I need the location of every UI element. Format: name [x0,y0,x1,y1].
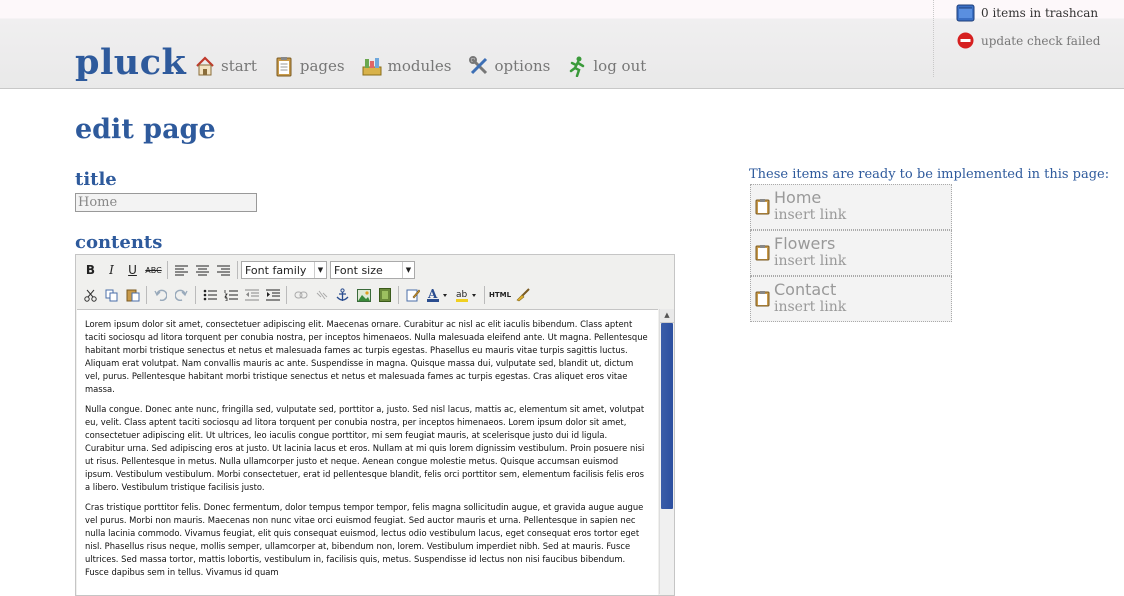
italic-icon[interactable]: I [101,260,122,280]
home-icon [194,55,216,77]
nav-modules-label: modules [387,57,452,75]
font-family-value: Font family [245,263,307,277]
trashcan-status[interactable]: 0 items in trashcan [956,3,1098,22]
editor-content-text: Lorem ipsum dolor sit amet, consectetuer… [77,310,658,579]
align-left-icon[interactable] [171,260,192,280]
nav-options-label: options [494,57,551,75]
nav-start-label: start [221,57,257,75]
main-nav: start pages modules options log out [194,55,662,78]
editor-toolbar-row-2: A ab HTML [80,284,533,306]
title-input[interactable] [75,193,257,212]
tools-icon [468,55,490,77]
undo-icon[interactable] [150,285,171,305]
clipboard-icon [273,55,295,77]
content-paragraph: Cras tristique porttitor felis. Donec fe… [85,502,644,577]
bullet-list-icon[interactable] [199,285,220,305]
numbered-list-icon[interactable] [220,285,241,305]
nav-logout[interactable]: log out [566,55,647,78]
nav-pages[interactable]: pages [273,55,345,77]
rich-text-editor: B I U ABC Font family ▼ Font size ▼ A ab… [75,254,675,596]
sidebar-label: These items are ready to be implemented … [749,167,1110,182]
page-item-name: Flowers [774,234,836,253]
font-family-select[interactable]: Font family ▼ [241,261,327,279]
highlight-color-icon[interactable]: ab [452,285,481,305]
unlink-icon[interactable] [311,285,332,305]
cut-icon[interactable] [80,285,101,305]
nav-start[interactable]: start [194,55,257,77]
toolbar-separator [167,261,168,279]
nav-pages-label: pages [299,57,345,75]
editor-scrollbar[interactable]: ▲ [659,309,674,594]
edit-css-icon[interactable] [402,285,423,305]
chevron-down-icon: ▼ [402,262,414,278]
toolbar-separator [484,286,485,304]
page-clipboard-icon [755,244,770,261]
paste-icon[interactable] [122,285,143,305]
bold-icon[interactable]: B [80,260,101,280]
trashcan-icon [956,3,975,22]
underline-icon[interactable]: U [122,260,143,280]
cleanup-icon[interactable] [512,285,533,305]
error-icon [956,31,975,50]
nav-modules[interactable]: modules [361,55,452,77]
toolbar-separator [237,261,238,279]
update-status: update check failed [956,31,1100,50]
modules-icon [361,55,383,77]
strikethrough-icon[interactable]: ABC [143,260,164,280]
page-item-name: Contact [774,280,837,299]
contents-label: contents [75,232,163,253]
align-center-icon[interactable] [192,260,213,280]
page-title: edit page [75,114,216,145]
redo-icon[interactable] [171,285,192,305]
sidebar-page-item[interactable]: Contact insert link [750,276,952,322]
image-icon[interactable] [353,285,374,305]
scroll-up-arrow-icon[interactable]: ▲ [660,309,674,323]
sidebar-page-item[interactable]: Home insert link [750,184,952,230]
page-item-name: Home [774,188,822,207]
content-paragraph: Lorem ipsum dolor sit amet, consectetuer… [85,319,648,394]
page-clipboard-icon [755,290,770,307]
copy-icon[interactable] [101,285,122,305]
media-icon[interactable] [374,285,395,305]
scrollbar-thumb[interactable] [661,323,673,509]
align-right-icon[interactable] [213,260,234,280]
editor-toolbar-row-1: B I U ABC Font family ▼ Font size ▼ [80,259,418,281]
outdent-icon[interactable] [241,285,262,305]
html-source-icon[interactable]: HTML [488,285,512,305]
toolbar-separator [195,286,196,304]
content-paragraph: Nulla congue. Donec ante nunc, fringilla… [85,404,645,492]
font-size-value: Font size [334,263,383,277]
font-size-select[interactable]: Font size ▼ [330,261,415,279]
toolbar-separator [146,286,147,304]
title-label: title [75,169,117,190]
running-man-icon [566,55,588,78]
toolbar-separator [286,286,287,304]
link-icon[interactable] [290,285,311,305]
pluck-logo[interactable]: pluck [75,42,186,83]
svg-text:ab: ab [456,290,468,300]
anchor-icon[interactable] [332,285,353,305]
insert-link[interactable]: insert link [774,299,846,315]
trashcan-status-text: 0 items in trashcan [981,5,1099,20]
chevron-down-icon: ▼ [314,262,326,278]
insert-link[interactable]: insert link [774,253,846,269]
indent-icon[interactable] [262,285,283,305]
page-clipboard-icon [755,198,770,215]
header-divider [933,0,935,77]
nav-options[interactable]: options [468,55,551,77]
editor-content-area[interactable]: Lorem ipsum dolor sit amet, consectetuer… [77,309,658,595]
toolbar-separator [398,286,399,304]
insert-link[interactable]: insert link [774,207,846,223]
text-color-icon[interactable]: A [423,285,452,305]
update-status-text: update check failed [981,33,1101,48]
nav-logout-label: log out [593,57,647,75]
sidebar-page-item[interactable]: Flowers insert link [750,230,952,276]
header-bar: pluck start pages modules options log ou… [0,0,1124,89]
